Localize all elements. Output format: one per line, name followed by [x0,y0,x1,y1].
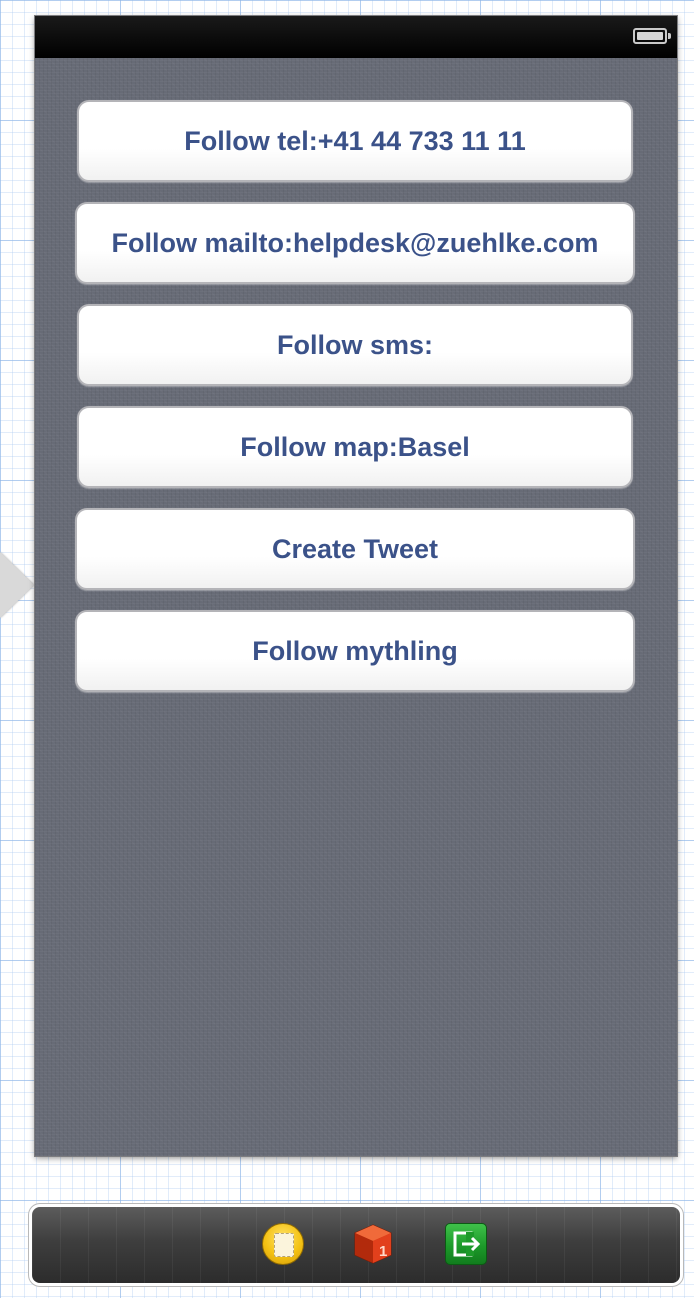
follow-sms-button[interactable]: Follow sms: [77,304,633,386]
status-bar [35,16,677,58]
view-controller-scene[interactable]: Follow tel:+41 44 733 11 11 Follow mailt… [35,16,677,1156]
create-tweet-button[interactable]: Create Tweet [75,508,635,590]
exit-icon[interactable] [445,1223,487,1265]
create-tweet-button-label: Create Tweet [271,533,439,564]
follow-mailto-button[interactable]: Follow mailto:helpdesk@zuehlke.com [75,202,635,284]
first-responder-icon[interactable]: 1 [353,1223,393,1265]
follow-mailto-button-label: Follow mailto:helpdesk@zuehlke.com [111,227,599,258]
follow-mything-button[interactable]: Follow mythling [75,610,635,692]
follow-sms-button-label: Follow sms: [276,329,433,360]
main-view: Follow tel:+41 44 733 11 11 Follow mailt… [35,58,677,1156]
battery-full-icon [633,28,671,44]
follow-map-button[interactable]: Follow map:Basel [77,406,633,488]
scene-dock: 1 [32,1207,680,1283]
initial-scene-arrow [0,552,34,618]
follow-map-button-label: Follow map:Basel [240,431,470,462]
follow-mything-button-label: Follow mythling [252,635,458,666]
first-responder-badge: 1 [379,1243,387,1260]
view-controller-icon[interactable] [262,1223,304,1265]
follow-tel-button[interactable]: Follow tel:+41 44 733 11 11 [77,100,633,182]
follow-tel-button-label: Follow tel:+41 44 733 11 11 [184,125,526,156]
